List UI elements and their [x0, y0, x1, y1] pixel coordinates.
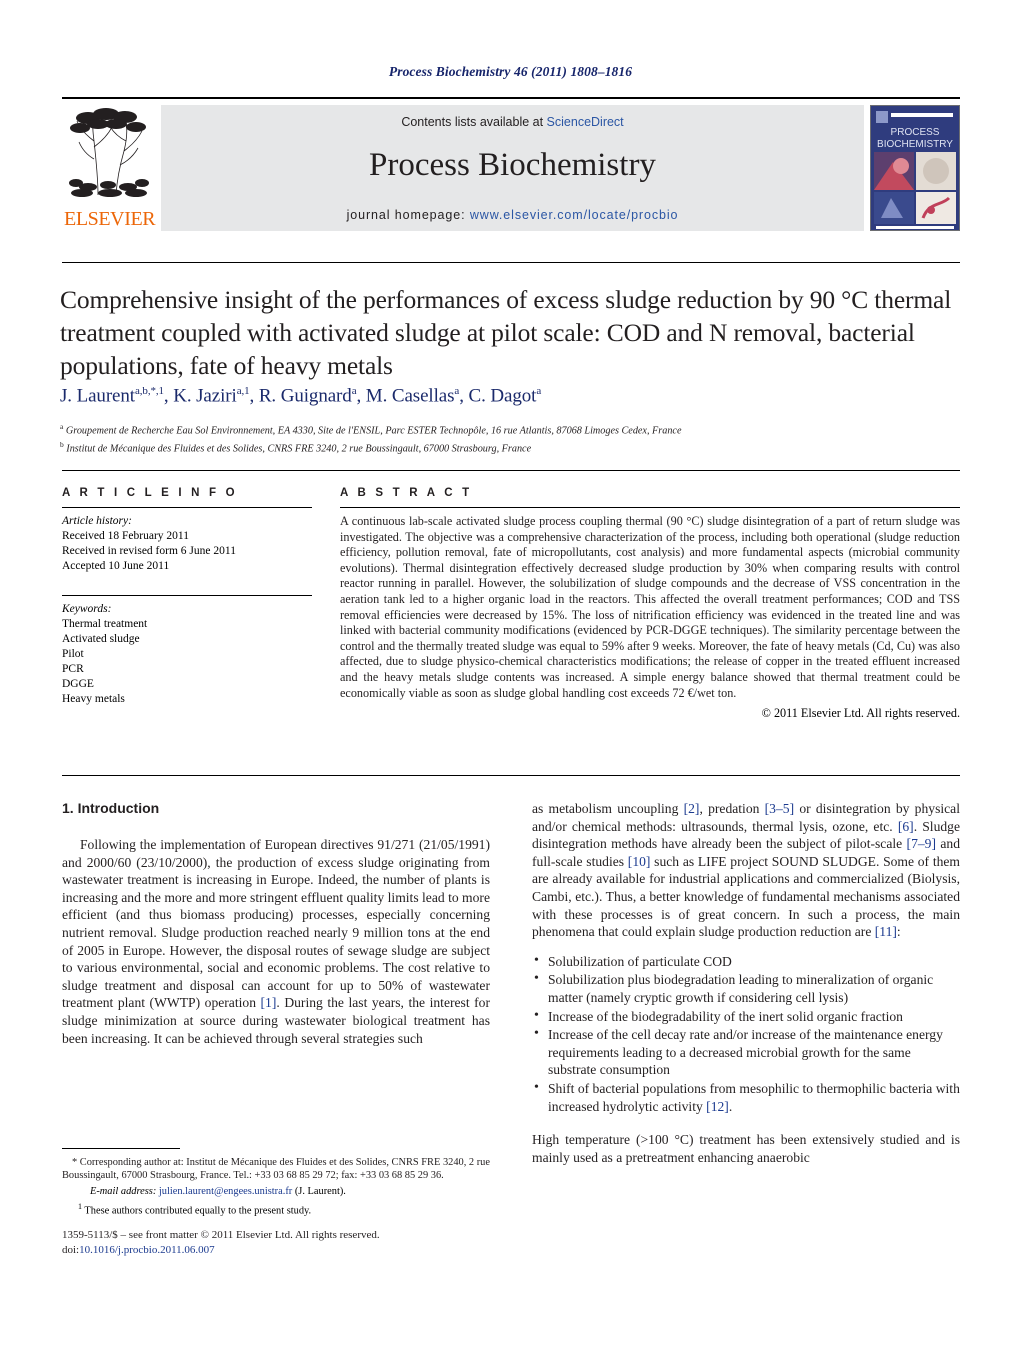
article-title: Comprehensive insight of the performance…: [60, 285, 952, 380]
mechanisms-bullet-list: Solubilization of particulate COD Solubi…: [532, 952, 960, 1115]
high-temperature-paragraph: High temperature (>100 °C) treatment has…: [532, 1132, 960, 1165]
elsevier-logo: ELSEVIER: [62, 105, 157, 231]
homepage-url-link[interactable]: www.elsevier.com/locate/procbio: [470, 208, 679, 222]
list-item: Solubilization plus biodegradation leadi…: [534, 970, 960, 1006]
abstract-band-bottom-rule: [62, 775, 960, 776]
affiliation-a: a Groupement de Recherche Eau Sol Enviro…: [60, 420, 960, 438]
contents-available-line: Contents lists available at ScienceDirec…: [161, 115, 864, 129]
footnote-block: * Corresponding author at: Institut de M…: [62, 1148, 490, 1218]
affiliation-b: b Institut de Mécanique des Fluides et d…: [60, 438, 960, 456]
journal-homepage-line: journal homepage: www.elsevier.com/locat…: [161, 208, 864, 222]
intro-paragraph: Following the implementation of European…: [62, 837, 490, 1046]
issn-line: 1359-5113/$ – see front matter © 2011 El…: [62, 1229, 380, 1241]
article-history-item: Received in revised form 6 June 2011: [62, 545, 236, 557]
abstract-column: A B S T R A C T A continuous lab-scale a…: [340, 487, 960, 721]
doi-label: doi:: [62, 1243, 80, 1256]
list-item: Shift of bacterial populations from meso…: [534, 1079, 960, 1115]
affiliation-list: a Groupement de Recherche Eau Sol Enviro…: [60, 420, 960, 455]
title-divider: [62, 262, 960, 263]
email-note: E-mail address: julien.laurent@engees.un…: [62, 1185, 490, 1198]
abstract-copyright: © 2011 Elsevier Ltd. All rights reserved…: [761, 706, 960, 721]
elsevier-tree-icon: [69, 108, 149, 197]
equal-contribution-text: These authors contributed equally to the…: [84, 1205, 312, 1217]
masthead-center-band: Contents lists available at ScienceDirec…: [161, 105, 864, 231]
keyword-item: Heavy metals: [62, 693, 125, 705]
email-owner: (J. Laurent).: [294, 1185, 346, 1197]
body-column-left: 1. Introduction Following the implementa…: [62, 800, 490, 1047]
article-history-label: Article history:: [62, 515, 132, 527]
affiliation-marker-b: b: [60, 439, 64, 449]
email-label: E-mail address:: [90, 1185, 157, 1197]
list-item: Solubilization of particulate COD: [534, 952, 960, 971]
article-history-item: Received 18 February 2011: [62, 530, 189, 542]
svg-text:BIOCHEMISTRY: BIOCHEMISTRY: [877, 139, 953, 150]
journal-masthead: ELSEVIER Contents lists available at Sci…: [62, 97, 960, 231]
doi-link[interactable]: 10.1016/j.procbio.2011.06.007: [79, 1244, 215, 1256]
body-column-right: as metabolism uncoupling [2], predation …: [532, 800, 960, 1166]
cover-art: PROCESS BIOCHEMISTRY: [871, 106, 959, 230]
svg-text:PROCESS: PROCESS: [891, 127, 940, 138]
list-item: Increase of the cell decay rate and/or i…: [534, 1025, 960, 1079]
keywords-rule: [62, 595, 312, 596]
homepage-prefix: journal homepage:: [346, 208, 470, 222]
keyword-item: PCR: [62, 663, 84, 675]
abstract-heading: A B S T R A C T: [340, 487, 473, 499]
abstract-rule: [340, 507, 960, 508]
abstract-text: A continuous lab-scale activated sludge …: [340, 514, 960, 700]
keyword-item: Thermal treatment: [62, 618, 148, 630]
email-address-link[interactable]: julien.laurent@engees.unistra.fr: [159, 1186, 292, 1197]
author-list: J. Laurenta,b,*,1, K. Jaziria,1, R. Guig…: [60, 385, 542, 407]
journal-cover-thumbnail: PROCESS BIOCHEMISTRY: [870, 105, 960, 231]
running-head: Process Biochemistry 46 (2011) 1808–1816: [388, 64, 633, 79]
sciencedirect-link[interactable]: ScienceDirect: [547, 115, 624, 129]
journal-title: Process Biochemistry: [369, 147, 656, 183]
abstract-band-top-rule: [62, 470, 960, 471]
footnote-divider: [62, 1148, 180, 1149]
keyword-item: DGGE: [62, 678, 94, 690]
affiliation-b-text: Institut de Mécanique des Fluides et des…: [66, 442, 532, 454]
article-history-item: Accepted 10 June 2011: [62, 560, 170, 572]
keywords-label: Keywords:: [62, 603, 112, 615]
affiliation-a-text: Groupement de Recherche Eau Sol Environn…: [65, 425, 682, 437]
article-info-heading: A R T I C L E I N F O: [62, 487, 238, 499]
journal-article-page: Process Biochemistry 46 (2011) 1808–1816: [0, 0, 1021, 1351]
footnote-marker-1: 1: [78, 1202, 82, 1212]
article-info-column: A R T I C L E I N F O Article history: R…: [62, 487, 312, 707]
equal-contribution-note: 1 These authors contributed equally to t…: [62, 1200, 490, 1218]
article-info-rule: [62, 507, 312, 508]
contents-prefix: Contents lists available at: [401, 115, 547, 129]
corresponding-author-note: * Corresponding author at: Institut de M…: [62, 1157, 490, 1182]
keyword-item: Pilot: [62, 648, 84, 660]
section-heading-introduction: 1. Introduction: [62, 800, 160, 816]
intro-paragraph-continued: as metabolism uncoupling [2], predation …: [532, 801, 960, 940]
list-item: Increase of the biodegradability of the …: [534, 1007, 960, 1026]
keyword-item: Activated sludge: [62, 633, 140, 645]
affiliation-marker-a: a: [60, 422, 64, 431]
elsevier-wordmark: ELSEVIER: [64, 208, 156, 230]
imprint-block: 1359-5113/$ – see front matter © 2011 El…: [62, 1228, 502, 1257]
doi-line: doi:10.1016/j.procbio.2011.06.007: [62, 1243, 502, 1258]
